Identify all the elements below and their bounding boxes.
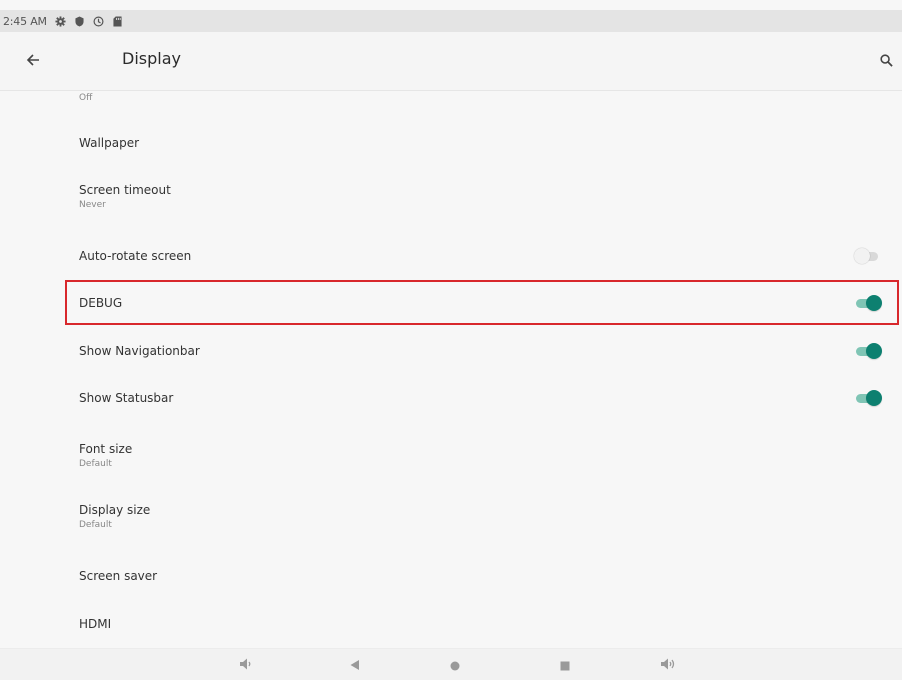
toggle-thumb: [866, 390, 882, 406]
setting-summary: Default: [79, 459, 112, 469]
show-navigationbar-toggle[interactable]: [854, 342, 882, 360]
sync-icon: [93, 16, 104, 27]
setting-font-size[interactable]: Font size Default: [79, 442, 894, 470]
back-nav-button[interactable]: [347, 657, 363, 673]
setting-display-size[interactable]: Display size Default: [79, 503, 894, 531]
recents-square-icon: [560, 656, 570, 675]
volume-up-button[interactable]: [660, 657, 676, 673]
status-time: 2:45 AM: [3, 14, 47, 28]
back-triangle-icon: [349, 656, 361, 675]
shield-icon: [75, 16, 84, 27]
toggle-thumb: [866, 343, 882, 359]
setting-label: Screen timeout: [79, 183, 171, 197]
show-statusbar-toggle[interactable]: [854, 389, 882, 407]
home-circle-icon: [450, 656, 460, 675]
search-button[interactable]: [876, 51, 896, 71]
debug-toggle[interactable]: [854, 294, 882, 312]
back-button[interactable]: [22, 50, 44, 72]
arrow-left-icon: [26, 52, 40, 71]
search-icon: [879, 52, 893, 71]
setting-hdmi[interactable]: HDMI: [79, 617, 894, 631]
setting-show-statusbar[interactable]: Show Statusbar: [79, 389, 894, 407]
volume-down-icon: [239, 656, 253, 675]
app-toolbar: Display: [0, 32, 902, 91]
setting-summary: Never: [79, 200, 106, 210]
volume-up-icon: [660, 656, 676, 675]
setting-label: Display size: [79, 503, 151, 517]
setting-debug[interactable]: DEBUG: [79, 294, 894, 312]
setting-auto-rotate-screen[interactable]: Auto-rotate screen: [79, 247, 894, 265]
setting-summary: Default: [79, 520, 112, 530]
settings-list[interactable]: Off Wallpaper Screen timeout Never Auto-…: [0, 90, 902, 648]
setting-label: Screen saver: [79, 569, 158, 583]
auto-rotate-toggle[interactable]: [854, 247, 882, 265]
setting-screen-saver[interactable]: Screen saver: [79, 569, 894, 583]
setting-label: HDMI: [79, 617, 112, 631]
page-title: Display: [122, 49, 181, 68]
status-bar: 2:45 AM: [0, 10, 902, 32]
recents-nav-button[interactable]: [557, 657, 573, 673]
home-nav-button[interactable]: [447, 657, 463, 673]
setting-label: Auto-rotate screen: [79, 249, 192, 263]
toggle-thumb: [866, 295, 882, 311]
gear-icon: [55, 15, 66, 27]
setting-screen-timeout[interactable]: Screen timeout Never: [79, 183, 894, 211]
setting-label: Wallpaper: [79, 136, 140, 150]
sd-card-icon: [113, 16, 122, 27]
setting-wallpaper[interactable]: Wallpaper: [79, 136, 894, 150]
setting-label: Show Navigationbar: [79, 344, 200, 358]
setting-label: DEBUG: [79, 296, 123, 310]
previous-item-summary: Off: [79, 93, 93, 103]
volume-down-button[interactable]: [238, 657, 254, 673]
navigation-bar: [0, 648, 902, 680]
setting-label: Show Statusbar: [79, 391, 174, 405]
setting-show-navigationbar[interactable]: Show Navigationbar: [79, 342, 894, 360]
toggle-thumb: [854, 248, 870, 264]
setting-label: Font size: [79, 442, 133, 456]
